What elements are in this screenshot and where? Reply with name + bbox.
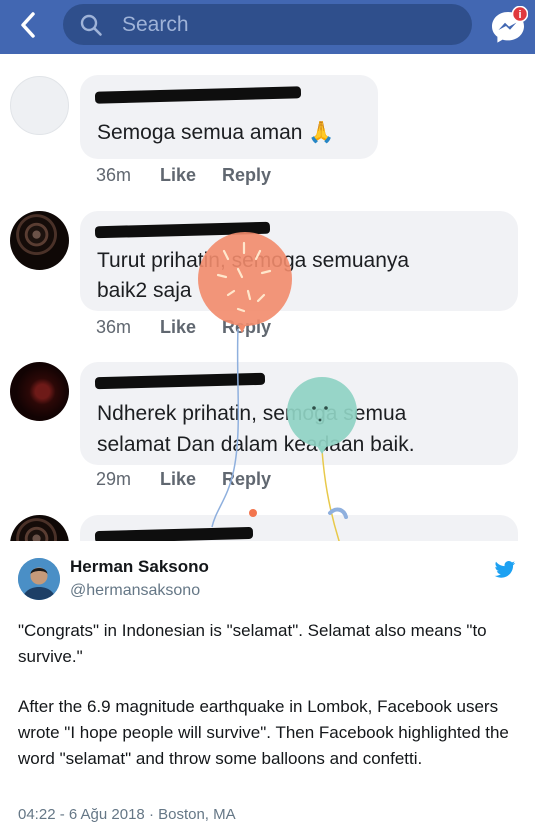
tweet-timestamp[interactable]: 04:22 - 6 Ağu 2018 · Boston, MA [18, 806, 236, 823]
avatar[interactable] [10, 76, 69, 135]
tweet-card: Herman Saksono @hermansaksono "Congrats"… [0, 541, 535, 829]
search-placeholder: Search [122, 13, 189, 36]
messenger-icon[interactable]: i [488, 6, 528, 46]
tweet-text: "Congrats" in Indonesian is "selamat". S… [18, 618, 518, 772]
avatar[interactable] [18, 558, 60, 600]
back-arrow-icon[interactable] [12, 8, 46, 42]
confetti [249, 507, 348, 519]
avatar[interactable] [10, 211, 69, 270]
comment-time: 29m [96, 469, 132, 489]
tweet-author-name[interactable]: Herman Saksono [70, 557, 209, 577]
tweet-author-handle[interactable]: @hermansaksono [70, 582, 200, 600]
tweet-paragraph: "Congrats" in Indonesian is "selamat". S… [18, 621, 487, 666]
tweet-paragraph: After the 6.9 magnitude earthquake in Lo… [18, 697, 509, 768]
comment-bubble: Semoga semua aman 🙏 [80, 75, 378, 159]
comment-text-line-2: baik2 saja [97, 279, 192, 302]
comment-time: 36m [96, 317, 132, 337]
search-input[interactable]: Search [63, 4, 472, 45]
reply-button[interactable]: Reply [222, 165, 271, 186]
search-icon [80, 14, 102, 36]
svg-text:i: i [518, 9, 521, 21]
avatar[interactable] [10, 515, 69, 541]
comment-text: Semoga semua aman 🙏 [97, 121, 335, 144]
app-bar: Search i [0, 0, 535, 54]
twitter-bird-icon[interactable] [494, 560, 516, 580]
redacted-name [94, 86, 302, 104]
comment-time: 36m [96, 165, 132, 185]
like-button[interactable]: Like [160, 165, 196, 186]
comment-feed: Semoga semua aman 🙏 36m Like Reply Turut… [0, 54, 535, 541]
redacted-name [94, 526, 254, 541]
avatar[interactable] [10, 362, 69, 421]
